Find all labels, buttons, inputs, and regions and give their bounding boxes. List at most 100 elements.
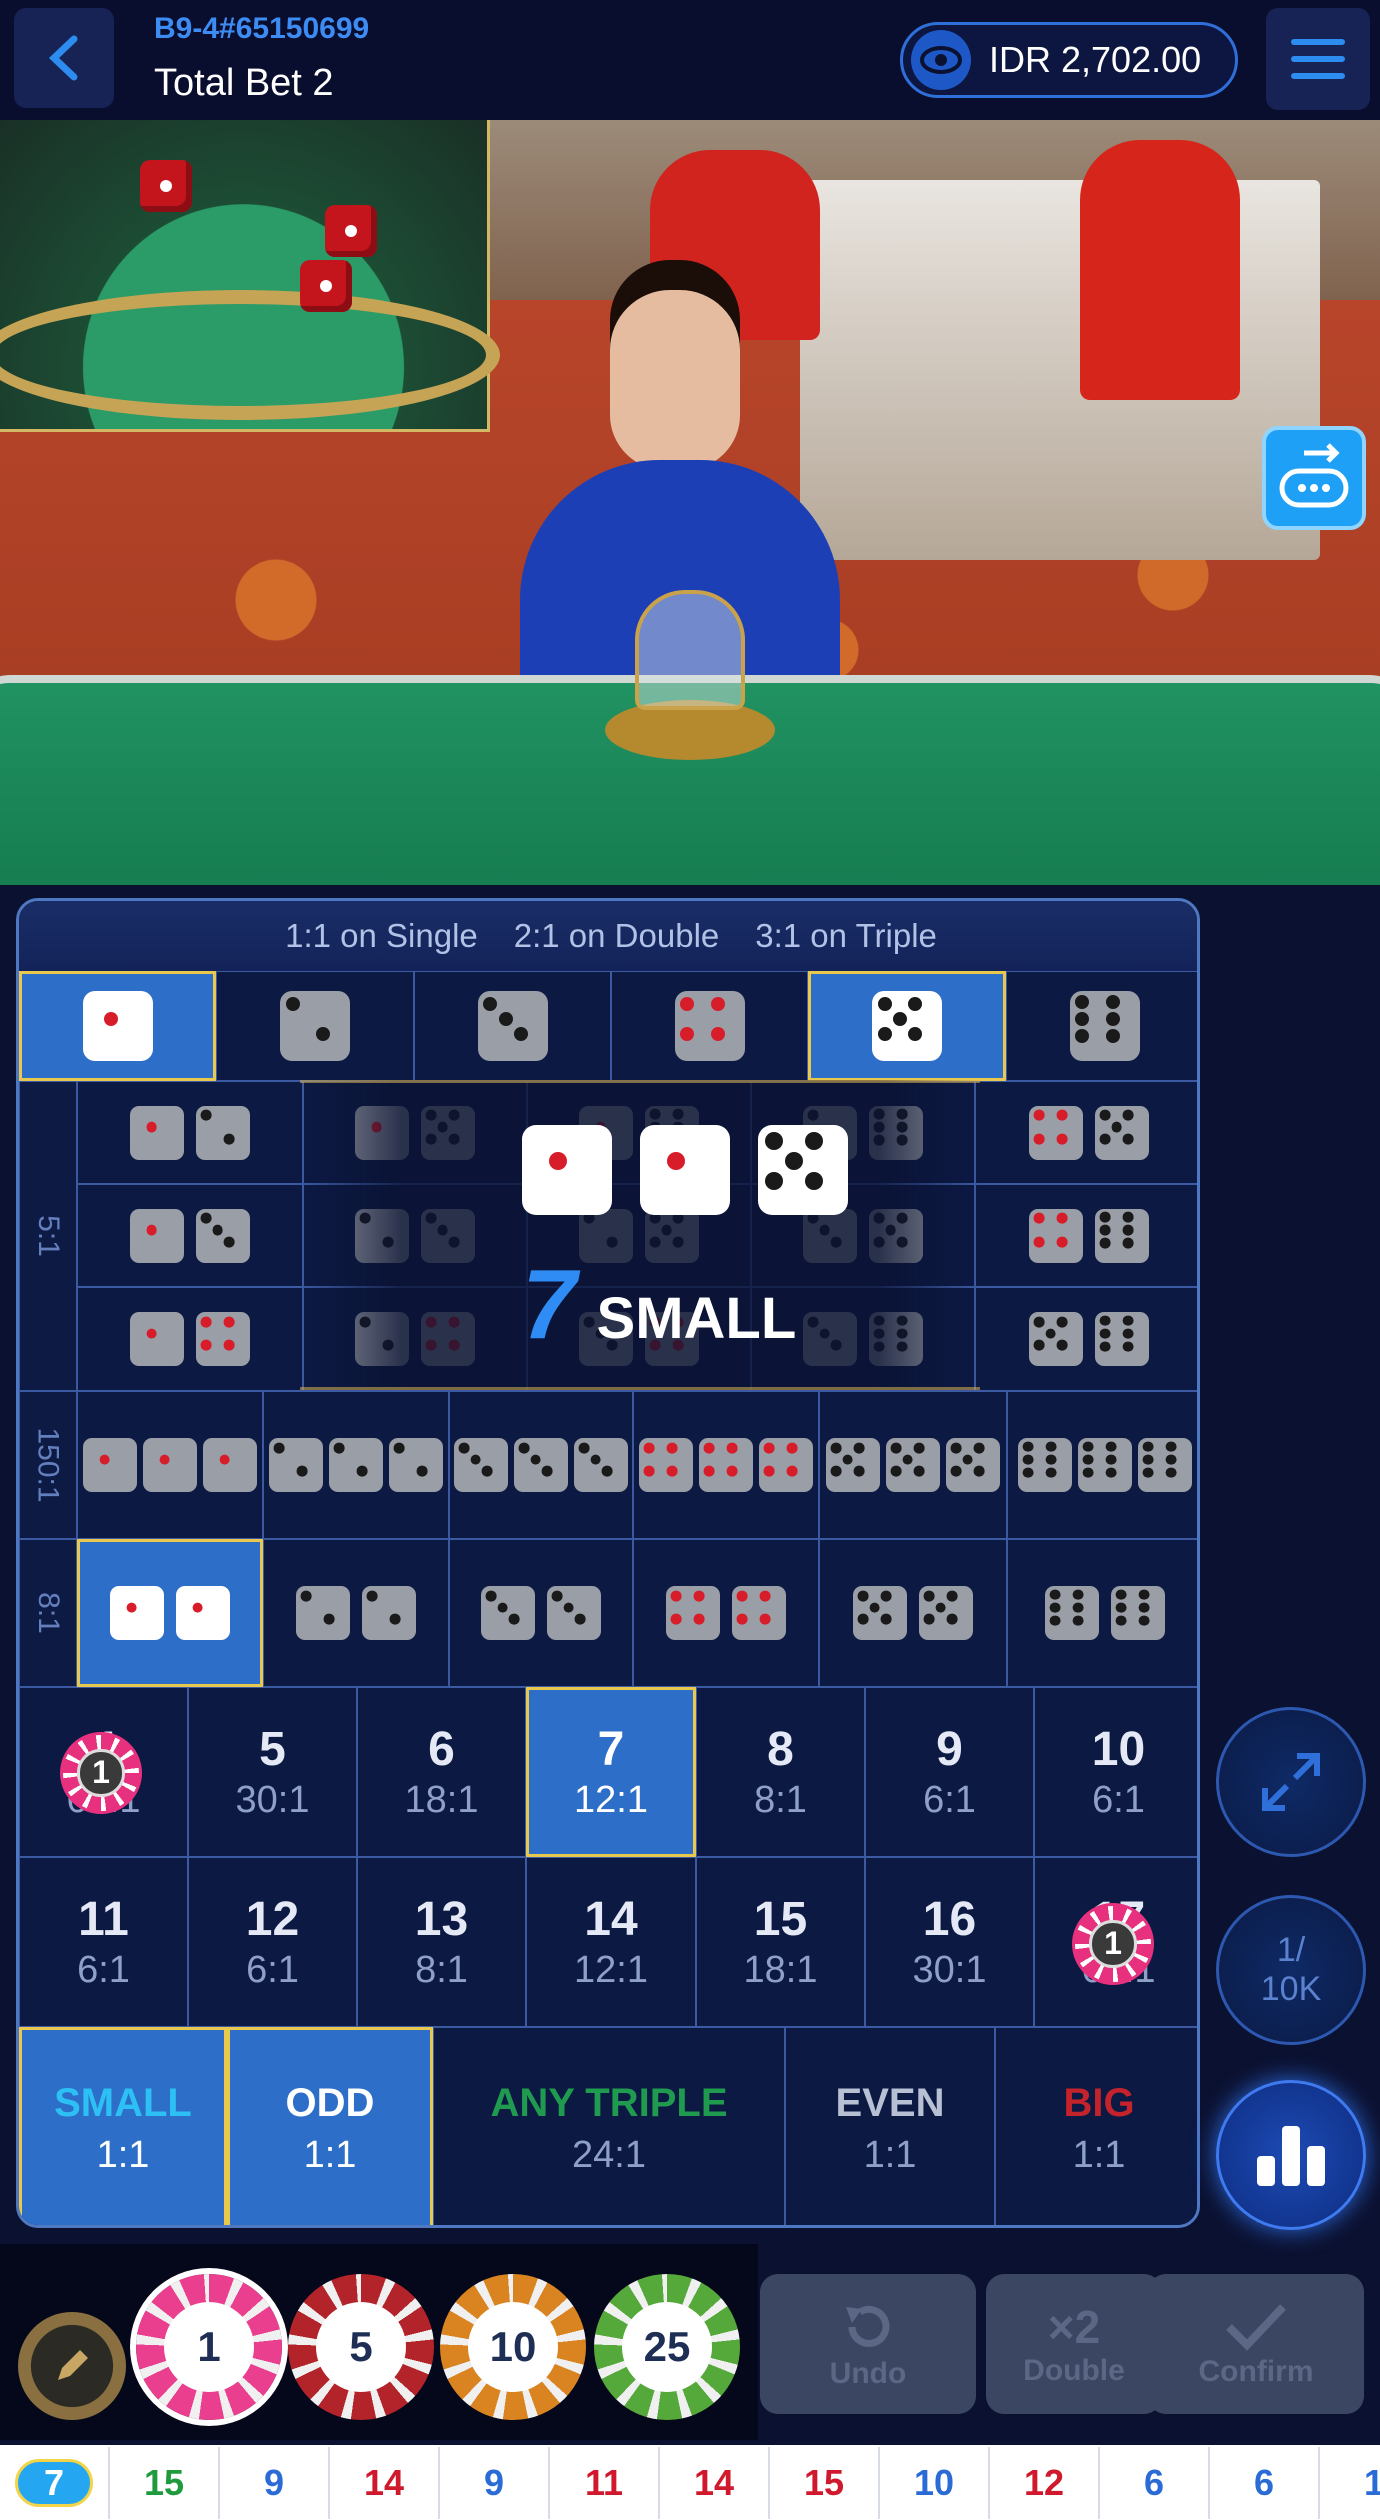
triple-bet-4[interactable] — [633, 1391, 819, 1539]
double-bet-1[interactable] — [77, 1539, 263, 1687]
die-face-6 — [1095, 1312, 1149, 1366]
placed-chip[interactable]: 1 — [60, 1732, 142, 1814]
roadmap-value: 15 — [143, 2461, 185, 2503]
single-bet-5[interactable] — [808, 971, 1006, 1081]
total-number: 6 — [428, 1723, 455, 1776]
confirm-label: Confirm — [1198, 2355, 1314, 2388]
roadmap-result: 14 — [660, 2446, 770, 2519]
total-number: 15 — [753, 1893, 808, 1946]
round-id: B9-4#65150699 — [154, 12, 370, 45]
statistics-button[interactable] — [1216, 2080, 1366, 2230]
die-face-5 — [826, 1438, 880, 1492]
bet-label: EVEN — [835, 2081, 945, 2125]
doubles-payout-label-text: 8:1 — [32, 1592, 65, 1634]
bet-payout: 24:1 — [572, 2134, 646, 2176]
results-roadmap[interactable]: 7 15 9 14 9 11 14 15 10 12 6 6 1 — [0, 2445, 1380, 2520]
total-bet-10[interactable]: 10 6:1 — [1034, 1687, 1197, 1857]
eye-icon[interactable] — [911, 30, 971, 90]
die-face-6 — [1018, 1438, 1072, 1492]
total-payout: 12:1 — [574, 1779, 648, 1821]
placed-chip[interactable]: 1 — [1072, 1903, 1154, 1985]
bet-even[interactable]: EVEN 1:1 — [785, 2027, 995, 2225]
die-face-3 — [547, 1586, 601, 1640]
total-bet-8[interactable]: 8 8:1 — [696, 1687, 865, 1857]
double-bet-6[interactable] — [1007, 1539, 1197, 1687]
pair-bet[interactable] — [975, 1184, 1197, 1287]
single-bet-6[interactable] — [1006, 971, 1197, 1081]
chip-10[interactable]: 10 — [440, 2274, 586, 2420]
pair-bet[interactable] — [77, 1184, 303, 1287]
bet-limits-button[interactable]: 1/ 10K — [1216, 1895, 1366, 2045]
double-icon: ×2 — [1047, 2301, 1101, 2353]
total-bet-5[interactable]: 5 30:1 — [188, 1687, 357, 1857]
total-payout: 12:1 — [574, 1949, 648, 1991]
total-number: 8 — [767, 1723, 794, 1776]
bet-small[interactable]: SMALL 1:1 — [19, 2027, 227, 2225]
roadmap-result: 7 — [0, 2446, 110, 2519]
total-bet-6[interactable]: 6 18:1 — [357, 1687, 526, 1857]
chip-1[interactable]: 1 — [136, 2274, 282, 2420]
single-bet-2[interactable] — [216, 971, 414, 1081]
bet-label: BIG — [1063, 2081, 1135, 2125]
menu-button[interactable] — [1266, 8, 1370, 110]
bet-big[interactable]: BIG 1:1 — [995, 2027, 1197, 2225]
die-face-5 — [872, 991, 942, 1061]
double-bet-2[interactable] — [263, 1539, 449, 1687]
camera-switch-button[interactable] — [1262, 426, 1366, 530]
die-face-6 — [1069, 991, 1140, 1061]
chip-5[interactable]: 5 — [288, 2274, 434, 2420]
die-face-2 — [280, 991, 350, 1061]
double-button[interactable]: ×2 Double — [986, 2274, 1162, 2414]
bet-payout: 1:1 — [1072, 2134, 1126, 2176]
bet-any-triple[interactable]: ANY TRIPLE 24:1 — [433, 2027, 785, 2225]
single-bet-4[interactable] — [611, 971, 808, 1081]
triples-payout-label: 150:1 — [19, 1391, 77, 1539]
total-bet-16[interactable]: 16 30:1 — [865, 1857, 1034, 2027]
result-overlay: 7 SMALL — [300, 1080, 980, 1390]
triple-bet-5[interactable] — [819, 1391, 1007, 1539]
total-bet-11[interactable]: 11 6:1 — [19, 1857, 188, 2027]
die-face-1 — [130, 1312, 184, 1366]
roadmap-result: 9 — [440, 2446, 550, 2519]
total-bet-12[interactable]: 12 6:1 — [188, 1857, 357, 2027]
back-button[interactable] — [14, 8, 114, 108]
triple-bet-6[interactable] — [1007, 1391, 1197, 1539]
chip-25[interactable]: 25 — [594, 2274, 740, 2420]
single-bet-1[interactable] — [19, 971, 216, 1081]
edit-chips-button[interactable] — [18, 2312, 126, 2420]
triple-bet-2[interactable] — [263, 1391, 449, 1539]
die-face-4 — [699, 1438, 753, 1492]
pair-bet[interactable] — [975, 1287, 1197, 1391]
die-face-4 — [639, 1438, 693, 1492]
total-payout: 6:1 — [1092, 1779, 1145, 1821]
single-bet-3[interactable] — [414, 971, 611, 1081]
total-bet-13[interactable]: 13 8:1 — [357, 1857, 526, 2027]
bet-label: ANY TRIPLE — [490, 2081, 728, 2125]
double-bet-3[interactable] — [449, 1539, 633, 1687]
roadmap-value: 15 — [803, 2461, 845, 2503]
total-bet-9[interactable]: 9 6:1 — [865, 1687, 1034, 1857]
bet-label: SMALL — [54, 2081, 192, 2125]
total-number: 5 — [259, 1723, 286, 1776]
balance-pill[interactable]: IDR 2,702.00 — [900, 22, 1238, 98]
double-bet-4[interactable] — [633, 1539, 819, 1687]
die-face-1 — [522, 1125, 612, 1215]
double-bet-5[interactable] — [819, 1539, 1007, 1687]
die-face-5 — [758, 1125, 848, 1215]
pair-bet[interactable] — [77, 1287, 303, 1391]
total-number: 16 — [922, 1893, 977, 1946]
dice-closeup-view — [0, 120, 500, 432]
total-bet-7[interactable]: 7 12:1 — [526, 1687, 696, 1857]
bet-odd[interactable]: ODD 1:1 — [227, 2027, 433, 2225]
total-bet-15[interactable]: 15 18:1 — [696, 1857, 865, 2027]
confirm-button[interactable]: Confirm — [1148, 2274, 1364, 2414]
pair-bet[interactable] — [77, 1081, 303, 1184]
fullscreen-button[interactable] — [1216, 1707, 1366, 1857]
triple-bet-3[interactable] — [449, 1391, 633, 1539]
pair-bet[interactable] — [975, 1081, 1197, 1184]
total-payout: 8:1 — [415, 1949, 468, 1991]
undo-button[interactable]: Undo — [760, 2274, 976, 2414]
triple-bet-1[interactable] — [77, 1391, 263, 1539]
total-bet-14[interactable]: 14 12:1 — [526, 1857, 696, 2027]
die-face-1 — [130, 1105, 184, 1160]
